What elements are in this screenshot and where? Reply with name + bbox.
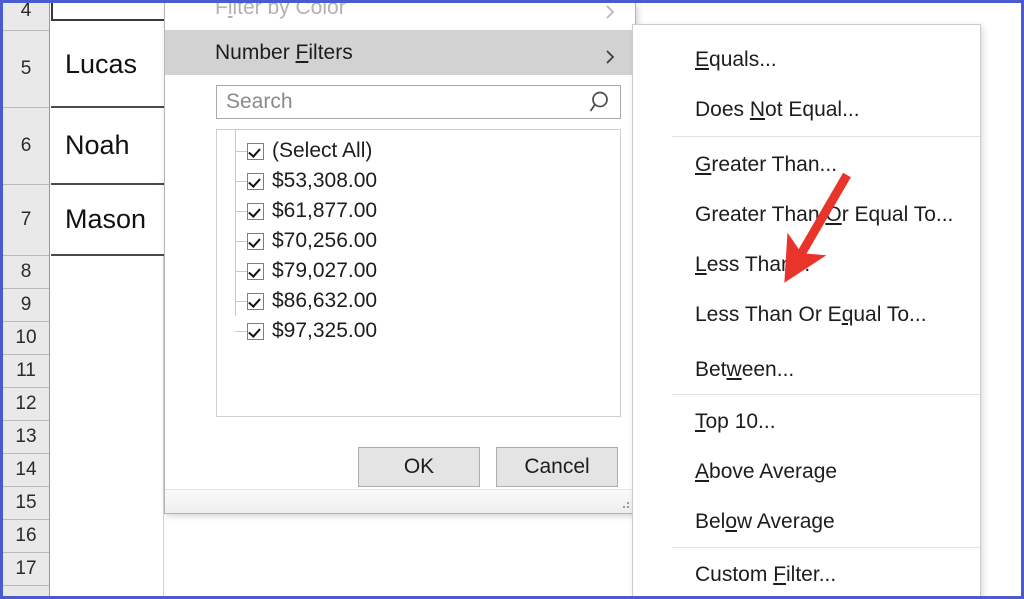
- submenu-item-label: Equals...: [695, 48, 777, 72]
- menu-item-filter-by-color[interactable]: Filter by Color: [165, 0, 635, 30]
- search-input[interactable]: Search: [216, 85, 621, 119]
- submenu-item-label: Below Average: [695, 510, 835, 534]
- submenu-item-custom-filter[interactable]: Custom Filter...: [633, 550, 980, 599]
- submenu-item-greater-than[interactable]: Greater Than...: [633, 140, 980, 190]
- resize-grip-icon[interactable]: [619, 498, 629, 508]
- submenu-item-top-10[interactable]: Top 10...: [633, 397, 980, 447]
- list-item[interactable]: $79,027.00: [217, 256, 620, 286]
- menu-item-number-filters[interactable]: Number Filters: [165, 30, 635, 75]
- checkbox-icon[interactable]: [247, 233, 264, 250]
- list-item-select-all[interactable]: (Select All): [217, 136, 620, 166]
- submenu-item-label: Less Than Or Equal To...: [695, 303, 927, 327]
- submenu-item-label: Above Average: [695, 460, 837, 484]
- submenu-item-label: Does Not Equal...: [695, 98, 860, 122]
- submenu-item-label: Greater Than...: [695, 153, 837, 177]
- list-item-label: $70,256.00: [272, 229, 377, 253]
- checkbox-icon[interactable]: [247, 203, 264, 220]
- tree-branch-icon: [235, 181, 247, 182]
- cancel-button[interactable]: Cancel: [496, 447, 618, 487]
- submenu-item-less-than[interactable]: Less Than...: [633, 240, 980, 290]
- submenu-item-greater-than-or-equal-to[interactable]: Greater Than Or Equal To...: [633, 190, 980, 240]
- number-filters-submenu: Equals... Does Not Equal... Greater Than…: [632, 24, 981, 599]
- submenu-item-between[interactable]: Between...: [633, 345, 980, 395]
- list-item-label: $79,027.00: [272, 259, 377, 283]
- search-placeholder: Search: [217, 90, 586, 114]
- submenu-item-less-than-or-equal-to[interactable]: Less Than Or Equal To...: [633, 290, 980, 340]
- tree-branch-icon: [235, 211, 247, 212]
- row-header-7[interactable]: 7: [3, 185, 49, 256]
- tree-branch-icon: [235, 271, 247, 272]
- list-item-label: $97,325.00: [272, 319, 377, 343]
- chevron-right-icon: [603, 1, 617, 15]
- search-icon[interactable]: [586, 90, 616, 114]
- row-header-9[interactable]: 9: [3, 289, 49, 322]
- list-item[interactable]: $97,325.00: [217, 316, 620, 346]
- row-header-16[interactable]: 16: [3, 520, 49, 553]
- filter-dropdown-panel: Filter by Color Number Filters Search: [164, 3, 636, 514]
- submenu-item-does-not-equal[interactable]: Does Not Equal...: [633, 85, 980, 135]
- checkbox-icon[interactable]: [247, 143, 264, 160]
- list-item-label: (Select All): [272, 139, 372, 163]
- ok-button[interactable]: OK: [358, 447, 480, 487]
- tree-branch-icon: [235, 151, 247, 152]
- checkbox-icon[interactable]: [247, 173, 264, 190]
- menu-item-filter-by-color-label: Filter by Color: [215, 0, 346, 20]
- submenu-separator: [672, 136, 980, 137]
- row-header-12[interactable]: 12: [3, 388, 49, 421]
- submenu-separator: [672, 547, 980, 548]
- tree-branch-icon: [235, 301, 247, 302]
- list-item-label: $86,632.00: [272, 289, 377, 313]
- list-item[interactable]: $61,877.00: [217, 196, 620, 226]
- submenu-item-label: Top 10...: [695, 410, 776, 434]
- row-header-11[interactable]: 11: [3, 355, 49, 388]
- submenu-item-label: Between...: [695, 358, 794, 382]
- submenu-item-label: Greater Than Or Equal To...: [695, 203, 953, 227]
- checkbox-icon[interactable]: [247, 323, 264, 340]
- row-header-17[interactable]: 17: [3, 553, 49, 586]
- submenu-item-label: Custom Filter...: [695, 563, 836, 587]
- checkbox-icon[interactable]: [247, 263, 264, 280]
- checkbox-icon[interactable]: [247, 293, 264, 310]
- list-item[interactable]: $53,308.00: [217, 166, 620, 196]
- submenu-item-label: Less Than...: [695, 253, 810, 277]
- list-item-label: $61,877.00: [272, 199, 377, 223]
- row-header-15[interactable]: 15: [3, 487, 49, 520]
- menu-item-number-filters-label: Number Filters: [215, 41, 353, 65]
- row-header-4[interactable]: 4: [3, 0, 49, 31]
- list-item-label: $53,308.00: [272, 169, 377, 193]
- list-item[interactable]: $70,256.00: [217, 226, 620, 256]
- submenu-separator: [672, 394, 980, 395]
- submenu-item-equals[interactable]: Equals...: [633, 35, 980, 85]
- row-header-8[interactable]: 8: [3, 256, 49, 289]
- row-header-10[interactable]: 10: [3, 322, 49, 355]
- panel-footer: [165, 489, 635, 513]
- filter-value-list[interactable]: (Select All) $53,308.00 $61,877.00 $70,2…: [216, 129, 621, 417]
- row-header-14[interactable]: 14: [3, 454, 49, 487]
- row-header-6[interactable]: 6: [3, 108, 49, 185]
- submenu-item-below-average[interactable]: Below Average: [633, 497, 980, 547]
- screenshot-frame: 4 5 6 7 8 9 10 11 12 13 14 15 16 17 Luca…: [0, 0, 1024, 599]
- row-header-5[interactable]: 5: [3, 31, 49, 108]
- row-header-13[interactable]: 13: [3, 421, 49, 454]
- tree-branch-icon: [235, 241, 247, 242]
- submenu-item-above-average[interactable]: Above Average: [633, 447, 980, 497]
- list-item[interactable]: $86,632.00: [217, 286, 620, 316]
- tree-branch-icon: [235, 331, 247, 332]
- chevron-right-icon: [603, 46, 617, 60]
